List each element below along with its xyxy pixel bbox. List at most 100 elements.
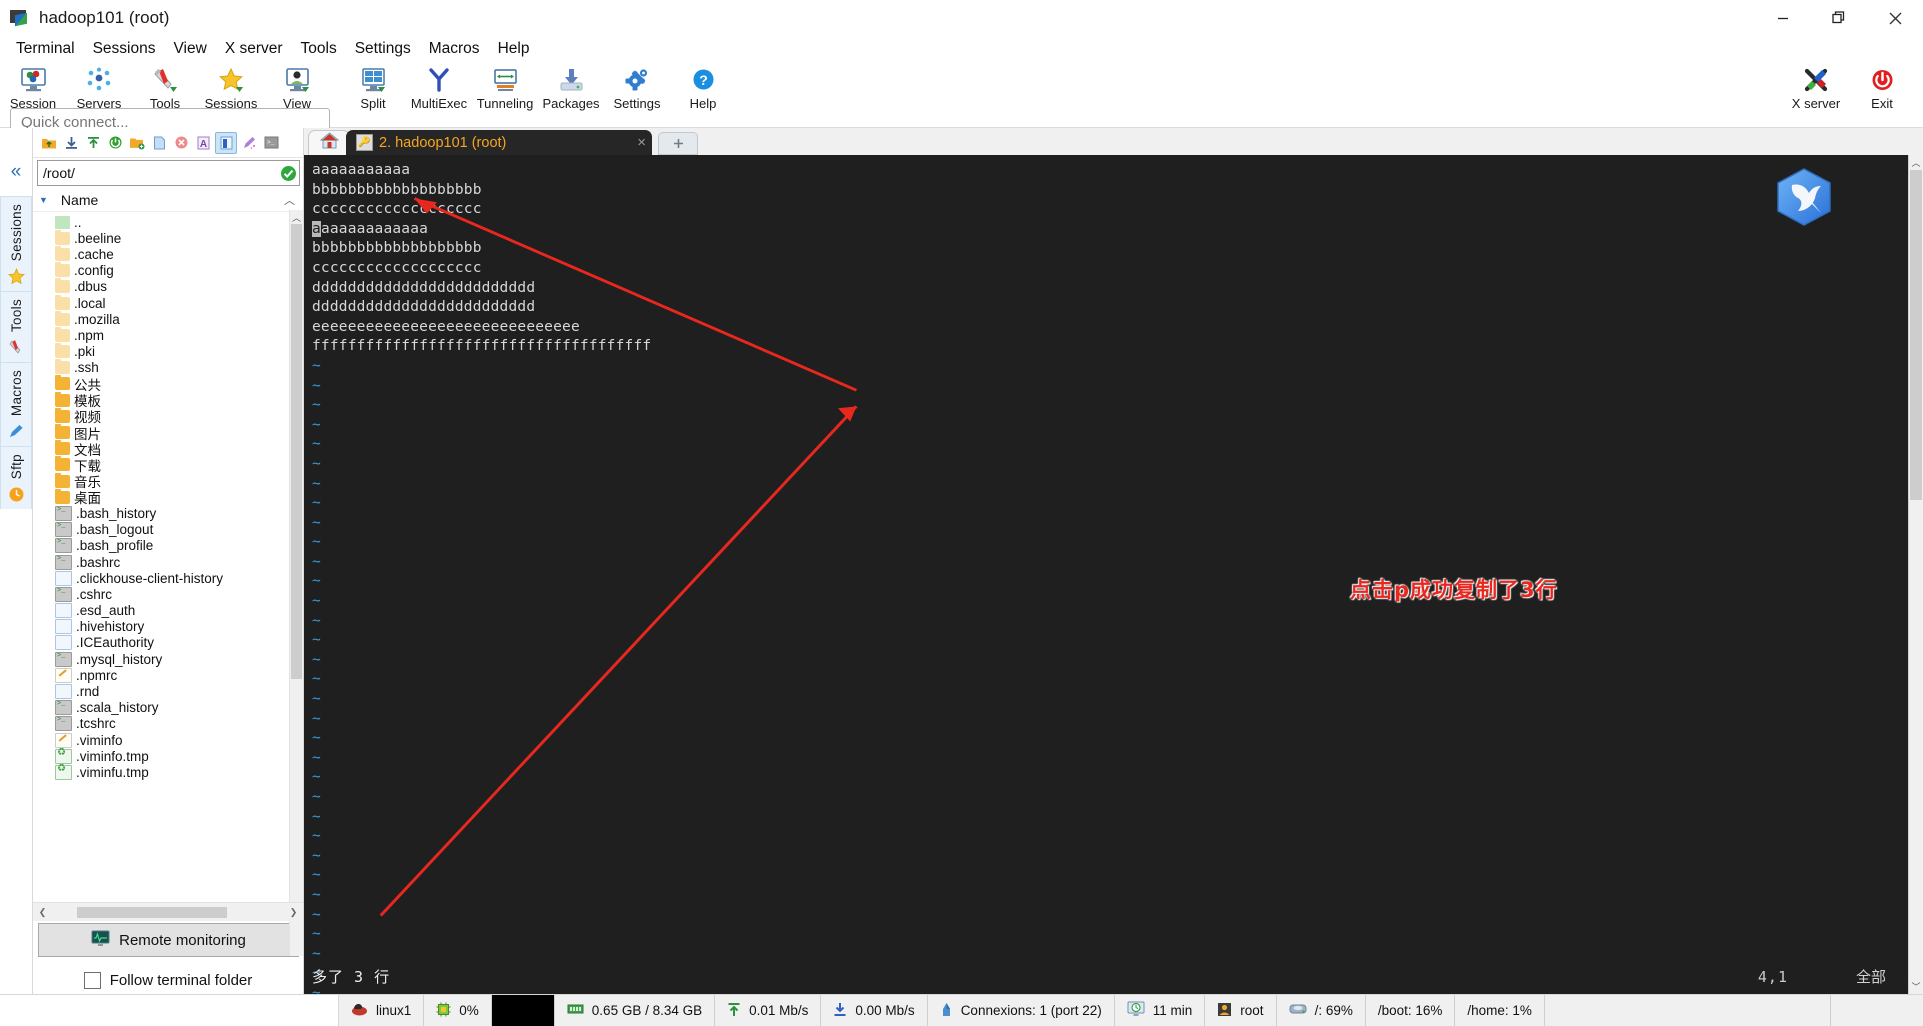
status-uptime[interactable]: 11 min bbox=[1115, 995, 1206, 1026]
status-upload[interactable]: 0.01 Mb/s bbox=[715, 995, 822, 1026]
toolbar-view-button[interactable]: View bbox=[264, 64, 330, 110]
toolbar-servers-button[interactable]: Servers bbox=[66, 64, 132, 110]
new-tab-button[interactable] bbox=[658, 132, 698, 155]
list-item[interactable]: .local bbox=[33, 294, 303, 311]
delete-icon[interactable] bbox=[171, 133, 191, 153]
terminal-scrollbar[interactable]: ︿ ﹀ bbox=[1908, 155, 1923, 994]
toolbar-tunneling-button[interactable]: Tunneling bbox=[472, 64, 538, 110]
list-item[interactable]: .clickhouse-client-history bbox=[33, 570, 303, 586]
new-folder-icon[interactable] bbox=[127, 133, 147, 153]
menu-view[interactable]: View bbox=[164, 38, 215, 60]
list-item[interactable]: .cache bbox=[33, 245, 303, 262]
terminal-icon[interactable]: >_ bbox=[261, 133, 281, 153]
list-item[interactable]: .dbus bbox=[33, 278, 303, 295]
tab-close-icon[interactable]: × bbox=[609, 134, 646, 151]
tab-hadoop101[interactable]: 🔑 2. hadoop101 (root) × bbox=[346, 130, 652, 155]
ribbon-item-sftp[interactable]: Sftp bbox=[0, 446, 32, 510]
list-item[interactable]: .beeline bbox=[33, 229, 303, 246]
status-disk-boot[interactable]: /boot: 16% bbox=[1366, 995, 1456, 1026]
toolbar-sessions-button[interactable]: Sessions bbox=[198, 64, 264, 110]
menu-tools[interactable]: Tools bbox=[292, 38, 346, 60]
status-host[interactable]: linux1 bbox=[339, 995, 425, 1026]
list-item[interactable]: .mozilla bbox=[33, 310, 303, 327]
maximize-icon[interactable] bbox=[1811, 0, 1867, 36]
new-file-icon[interactable] bbox=[149, 133, 169, 153]
status-cpu[interactable]: 0% bbox=[424, 995, 492, 1026]
status-disk-home[interactable]: /home: 1% bbox=[1455, 995, 1545, 1026]
close-icon[interactable] bbox=[1867, 0, 1923, 36]
terminal-scroll-thumb[interactable] bbox=[1910, 170, 1922, 500]
toolbar-settings-button[interactable]: Settings bbox=[604, 64, 670, 110]
quick-edit-icon[interactable] bbox=[239, 133, 259, 153]
go-up-icon[interactable] bbox=[39, 133, 59, 153]
list-item[interactable]: .ICEauthority bbox=[33, 635, 303, 651]
list-item[interactable]: .mysql_history bbox=[33, 651, 303, 667]
sftp-file-list[interactable]: .. .beeline .cache .config .dbus .local … bbox=[33, 212, 303, 902]
remote-monitoring-button[interactable]: Remote monitoring bbox=[38, 923, 299, 957]
follow-terminal-folder-checkbox[interactable] bbox=[83, 971, 101, 989]
ribbon-item-sessions[interactable]: Sessions bbox=[0, 196, 32, 292]
toolbar-split-button[interactable]: Split bbox=[340, 64, 406, 110]
ribbon-item-tools[interactable]: Tools bbox=[0, 291, 32, 363]
list-item[interactable]: .tcshrc bbox=[33, 716, 303, 732]
toolbar-exit-button[interactable]: Exit bbox=[1849, 64, 1915, 110]
toolbar-packages-button[interactable]: Packages bbox=[538, 64, 604, 110]
list-item[interactable]: .viminfu.tmp bbox=[33, 763, 303, 780]
toolbar-session-button[interactable]: Session bbox=[0, 64, 66, 110]
sftp-vertical-scrollbar[interactable]: ︿ bbox=[289, 210, 303, 956]
list-item[interactable]: .bash_profile bbox=[33, 538, 303, 554]
status-disk-root[interactable]: /: 69% bbox=[1277, 995, 1366, 1026]
list-item[interactable]: .scala_history bbox=[33, 700, 303, 716]
toolbar-xserver-button[interactable]: X server bbox=[1783, 64, 1849, 110]
sftp-horizontal-scrollbar[interactable]: ❮ ❯ bbox=[33, 902, 303, 921]
list-item[interactable]: .cshrc bbox=[33, 586, 303, 602]
terminal-scroll-up-icon[interactable]: ︿ bbox=[1909, 155, 1923, 170]
scroll-up-icon[interactable]: ︿ bbox=[290, 210, 303, 224]
chevron-up-icon[interactable]: ︿ bbox=[284, 192, 295, 208]
tab-home[interactable] bbox=[308, 130, 350, 155]
scroll-right-icon[interactable]: ❯ bbox=[284, 907, 303, 918]
list-item[interactable]: 桌面 bbox=[33, 488, 303, 506]
binary-mode-icon[interactable] bbox=[215, 131, 237, 154]
follow-terminal-folder-row[interactable]: Follow terminal folder bbox=[33, 966, 303, 994]
menu-terminal[interactable]: Terminal bbox=[7, 38, 84, 60]
status-user[interactable]: root bbox=[1205, 995, 1277, 1026]
ribbon-item-macros[interactable]: Macros bbox=[0, 362, 32, 447]
list-item[interactable]: .rnd bbox=[33, 683, 303, 700]
terminal-view[interactable]: aaaaaaaaaaa bbbbbbbbbbbbbbbbbbb cccccccc… bbox=[304, 155, 1908, 994]
status-download[interactable]: 0.00 Mb/s bbox=[821, 995, 928, 1026]
hscroll-track[interactable] bbox=[52, 906, 284, 918]
terminal-scroll-down-icon[interactable]: ﹀ bbox=[1909, 979, 1923, 994]
menu-help[interactable]: Help bbox=[489, 38, 539, 60]
list-item[interactable]: .config bbox=[33, 262, 303, 279]
menu-sessions[interactable]: Sessions bbox=[84, 38, 165, 60]
refresh-icon[interactable] bbox=[105, 133, 125, 153]
sftp-path-input[interactable] bbox=[38, 164, 277, 182]
hscroll-thumb[interactable] bbox=[77, 906, 227, 918]
list-item[interactable]: .pki bbox=[33, 343, 303, 360]
menu-x-server[interactable]: X server bbox=[216, 38, 292, 60]
status-memory[interactable]: 0.65 GB / 8.34 GB bbox=[555, 995, 716, 1026]
list-item[interactable]: .bashrc bbox=[33, 554, 303, 570]
list-item[interactable]: .npmrc bbox=[33, 667, 303, 683]
list-item[interactable]: .bash_history bbox=[33, 505, 303, 521]
toolbar-multiexec-button[interactable]: MultiExec bbox=[406, 64, 472, 110]
upload-icon[interactable] bbox=[83, 133, 103, 153]
sftp-column-header[interactable]: ▼ Name ︿ bbox=[33, 189, 303, 212]
minimize-icon[interactable] bbox=[1755, 0, 1811, 36]
status-connections[interactable]: Connexions: 1 (port 22) bbox=[928, 995, 1115, 1026]
list-item[interactable]: .. bbox=[33, 214, 303, 230]
scroll-thumb[interactable] bbox=[291, 224, 302, 679]
collapse-panel-icon[interactable]: « bbox=[11, 162, 22, 181]
scroll-left-icon[interactable]: ❮ bbox=[33, 907, 52, 918]
menu-macros[interactable]: Macros bbox=[420, 38, 489, 60]
download-icon[interactable] bbox=[61, 133, 81, 153]
list-item[interactable]: .hivehistory bbox=[33, 619, 303, 635]
menu-settings[interactable]: Settings bbox=[346, 38, 420, 60]
list-item[interactable]: .esd_auth bbox=[33, 603, 303, 619]
toolbar-help-button[interactable]: ? Help bbox=[670, 64, 736, 110]
text-mode-icon[interactable]: A bbox=[193, 133, 213, 153]
list-item[interactable]: .npm bbox=[33, 326, 303, 343]
list-item[interactable]: .bash_logout bbox=[33, 522, 303, 538]
list-item[interactable]: .viminfo bbox=[33, 732, 303, 748]
